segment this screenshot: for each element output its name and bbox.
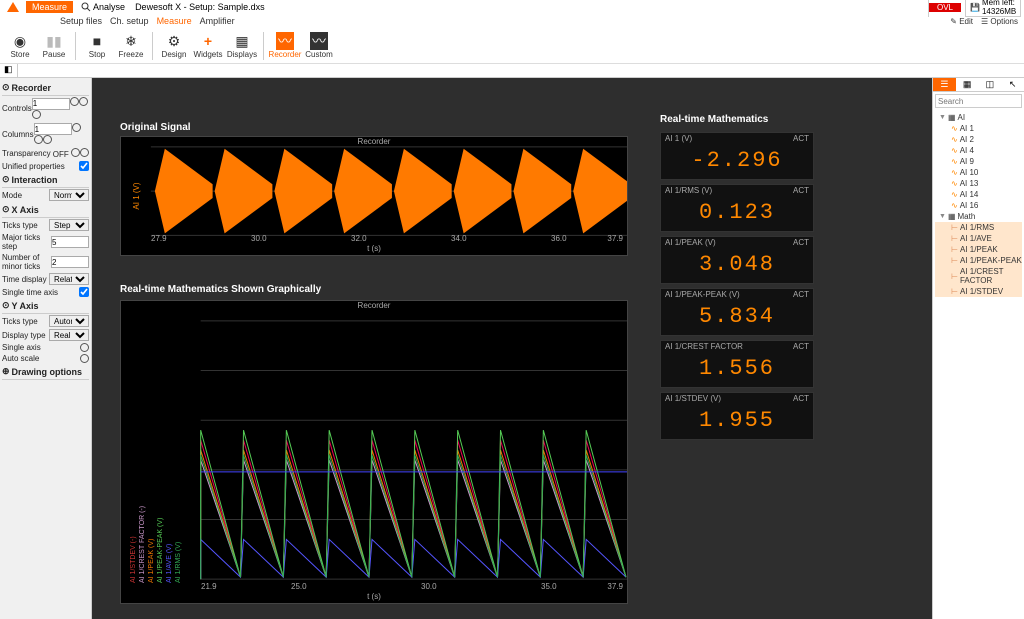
menu-setup-files[interactable]: Setup files [60,16,102,26]
readout-stdev[interactable]: AI 1/STDEV (V)ACT 1.955 [660,392,814,440]
interaction-section[interactable]: ⊙Interaction [2,172,89,188]
drawing-section[interactable]: ⊕Drawing options [2,364,89,380]
analyse-mode-button[interactable]: Analyse [81,2,125,13]
channel-tree[interactable]: ▼▦ AI ∿AI 1 ∿AI 2 ∿AI 4 ∿AI 9 ∿AI 10 ∿AI… [933,110,1024,299]
properties-panel: ⊙Recorder Controls Columns TransparencyO… [0,78,92,619]
readout-peak[interactable]: AI 1/PEAK (V)ACT 3.048 [660,236,814,284]
tree-ai-1[interactable]: ∿AI 1 [935,123,1022,134]
tree-math-ave[interactable]: ⊢AI 1/AVE [935,233,1022,244]
readout-peak-peak[interactable]: AI 1/PEAK-PEAK (V)ACT 5.834 [660,288,814,336]
chart-rtmath[interactable]: Recorder AI 1/STDEV (-) AI 1/CREST FACTO… [120,300,628,604]
tree-ai-10[interactable]: ∿AI 10 [935,167,1022,178]
title-rtmath: Real-time Mathematics [660,114,768,125]
tree-math-pp[interactable]: ⊢AI 1/PEAK-PEAK [935,255,1022,266]
readout-crest[interactable]: AI 1/CREST FACTORACT 1.556 [660,340,814,388]
tree-ai-16[interactable]: ∿AI 16 [935,200,1022,211]
readout-rms[interactable]: AI 1/RMS (V)ACT 0.123 [660,184,814,232]
auto-scale-radio[interactable] [80,354,89,363]
tree-math-stdev[interactable]: ⊢AI 1/STDEV [935,286,1022,297]
tree-tab-2[interactable]: ▦ [956,78,979,91]
yaxis-section[interactable]: ⊙Y Axis [2,298,89,314]
mem-status: 💾Mem left: 14326MB [965,0,1021,17]
readouts: AI 1 (V)ACT -2.296 AI 1/RMS (V)ACT 0.123… [660,132,814,444]
recorder-section[interactable]: ⊙Recorder [2,80,89,96]
tree-ai-13[interactable]: ∿AI 13 [935,178,1022,189]
title-rtmath-graph: Real-time Mathematics Shown Graphically [120,284,321,295]
single-time-axis-checkbox[interactable] [79,287,89,297]
ovl-badge: OVL [929,3,961,12]
menu-measure[interactable]: Measure [157,16,192,26]
columns-input[interactable] [34,123,72,135]
recorder-tab-button[interactable]: 〰Recorder [269,32,301,59]
tree-tab-3[interactable]: ◫ [979,78,1002,91]
pause-button[interactable]: ▮▮Pause [38,32,70,59]
sub-menu: Setup files Ch. setup Measure Amplifier … [0,14,1024,28]
design-button[interactable]: ⚙Design [158,32,190,59]
title-bar: Measure Analyse Dewesoft X - Setup: Samp… [0,0,1024,14]
major-ticks-input[interactable] [51,236,89,248]
chart2-xlabel: t (s) [367,592,381,601]
tree-math-peak[interactable]: ⊢AI 1/PEAK [935,244,1022,255]
window-title: Dewesoft X - Setup: Sample.dxs [135,2,265,12]
recorder-label-2: Recorder [358,301,391,310]
panel-tabs: ◧ [0,64,1024,78]
tree-ai-14[interactable]: ∿AI 14 [935,189,1022,200]
displays-button[interactable]: ▦Displays [226,32,258,59]
single-axis-radio[interactable] [80,343,89,352]
tree-tab-4[interactable]: ↖ [1001,78,1024,91]
ribbon-toolbar: ◉Store ▮▮Pause ■Stop ❄Freeze ⚙Design +Wi… [0,28,1024,64]
time-display-select[interactable]: Relative [49,273,89,285]
recorder-label: Recorder [358,137,391,146]
stop-button[interactable]: ■Stop [81,32,113,59]
mode-select[interactable]: Normal [49,189,89,201]
tree-math-crest[interactable]: ⊢AI 1/CREST FACTOR [935,266,1022,286]
chart1-ylabel: AI 1 (V) [132,182,141,209]
minor-ticks-input[interactable] [51,256,89,268]
tree-tab-channels[interactable]: ☰ [933,78,956,91]
panel-tab-1[interactable]: ◧ [0,64,18,77]
store-button[interactable]: ◉Store [4,32,36,59]
measure-mode-button[interactable]: Measure [26,1,73,13]
app-logo [4,0,22,14]
xaxis-section[interactable]: ⊙X Axis [2,202,89,218]
display-type-select[interactable]: Real value [49,329,89,341]
edit-button[interactable]: ✎ Edit [950,17,973,26]
chart-original-signal[interactable]: Recorder AI 1 (V) 27.9 30.0 32.0 34.0 36… [120,136,628,256]
tree-math-rms[interactable]: ⊢AI 1/RMS [935,222,1022,233]
readout-ai1[interactable]: AI 1 (V)ACT -2.296 [660,132,814,180]
tree-ai-2[interactable]: ∿AI 2 [935,134,1022,145]
controls-input[interactable] [32,98,70,110]
unified-checkbox[interactable] [79,161,89,171]
freeze-button[interactable]: ❄Freeze [115,32,147,59]
tree-search-input[interactable] [935,94,1022,108]
title-original-signal: Original Signal [120,122,191,133]
tree-ai-4[interactable]: ∿AI 4 [935,145,1022,156]
menu-ch-setup[interactable]: Ch. setup [110,16,149,26]
chart1-xlabel: t (s) [367,244,381,253]
xticks-type-select[interactable]: Step [49,219,89,231]
widgets-button[interactable]: +Widgets [192,32,224,59]
tree-ai-9[interactable]: ∿AI 9 [935,156,1022,167]
channel-tree-panel: ☰ ▦ ◫ ↖ ▼▦ AI ∿AI 1 ∿AI 2 ∿AI 4 ∿AI 9 ∿A… [932,78,1024,619]
options-button[interactable]: ☰ Options [981,17,1018,26]
canvas-area: Original Signal Recorder AI 1 (V) 27.9 3… [92,78,932,619]
yticks-type-select[interactable]: Automatic [49,315,89,327]
menu-amplifier[interactable]: Amplifier [200,16,235,26]
custom-tab-button[interactable]: 〰Custom [303,32,335,59]
